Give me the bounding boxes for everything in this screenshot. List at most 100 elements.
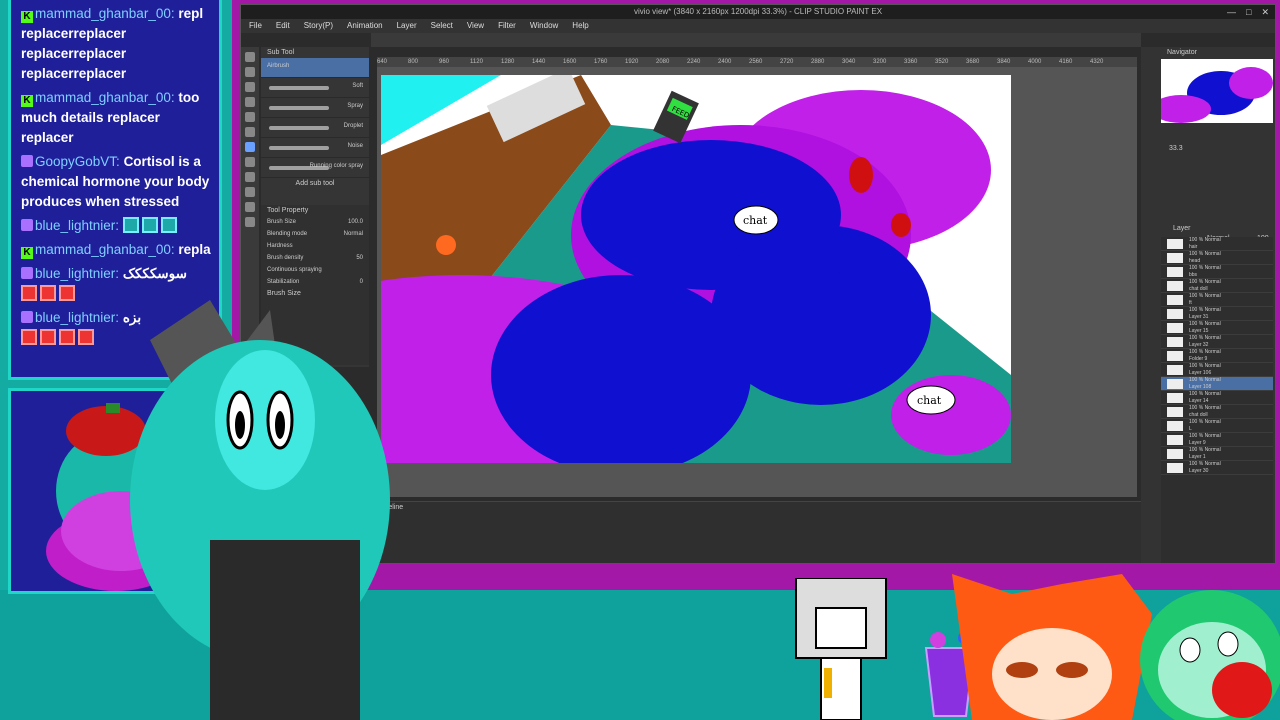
layer-row[interactable]: 100 % Normal ft: [1161, 293, 1273, 307]
prop-brush-size[interactable]: Brush Size 100.0: [261, 216, 369, 228]
subtool-running-color-spray[interactable]: Running color spray: [261, 158, 369, 178]
canvas-area[interactable]: FEED chat chat: [377, 67, 1137, 497]
menu-view[interactable]: View: [467, 19, 484, 33]
select-tool-icon[interactable]: [245, 67, 255, 77]
subtool-soft[interactable]: Soft: [261, 78, 369, 98]
ruler-tick: 2560: [749, 59, 763, 65]
maximize-button[interactable]: □: [1246, 5, 1251, 19]
emote-icon: [59, 285, 75, 301]
eyedropper-tool-icon[interactable]: [245, 82, 255, 92]
figure-tool-icon[interactable]: [245, 217, 255, 227]
chat-username: blue_lightnier:: [35, 218, 120, 233]
drawing-canvas[interactable]: FEED chat chat: [381, 75, 1011, 463]
layer-row[interactable]: 100 % Normal Layer 30: [1161, 461, 1273, 475]
layer-row[interactable]: 100 % Normal L: [1161, 419, 1273, 433]
emote-icon: [59, 329, 75, 345]
gradient-tool-icon[interactable]: [245, 187, 255, 197]
zoom-value[interactable]: 33.3: [1163, 143, 1189, 154]
emote-icon: [40, 329, 56, 345]
menu-file[interactable]: File: [249, 19, 262, 33]
airbrush-tool-icon[interactable]: [245, 142, 255, 152]
prop-hardness[interactable]: Hardness: [261, 240, 369, 252]
layer-row[interactable]: 100 % Normal Folder 9: [1161, 349, 1273, 363]
brush-tool-icon[interactable]: [245, 127, 255, 137]
twitch-badge-icon: [21, 311, 33, 323]
prop-value: 100.0: [347, 219, 363, 225]
close-button[interactable]: ✕: [1261, 5, 1269, 19]
panel-title: Timeline: [377, 504, 404, 511]
layer-row[interactable]: 100 % Normal Layer 108: [1161, 377, 1273, 391]
add-sub-tool-button[interactable]: Add sub tool: [261, 178, 369, 189]
chat-message: Kmammad_ghanbar_00: repl: [21, 4, 213, 24]
layer-row[interactable]: 100 % Normal Layer 9: [1161, 433, 1273, 447]
pencil-tool-icon[interactable]: [245, 112, 255, 122]
ruler-tick: 1760: [594, 59, 608, 65]
ruler-tick: 800: [408, 59, 419, 65]
menu-filter[interactable]: Filter: [498, 19, 516, 33]
chat-message: blue_lightnier: سوسکککک: [21, 264, 213, 284]
menu-help[interactable]: Help: [572, 19, 588, 33]
layer-row[interactable]: 100 % Normal Layer 15: [1161, 321, 1273, 335]
text-tool-icon[interactable]: [245, 202, 255, 212]
menu-edit[interactable]: Edit: [276, 19, 290, 33]
brush-preview: [269, 126, 329, 130]
menu-animation[interactable]: Animation: [347, 19, 383, 33]
menu-story[interactable]: Story(P): [304, 19, 333, 33]
layer-name: ft: [1189, 300, 1192, 306]
layer-name: chat doll: [1189, 412, 1208, 418]
ruler-tick: 2400: [718, 59, 732, 65]
chat-message: blue_lightnier:: [21, 216, 213, 236]
prop-blending-mode[interactable]: Blending mode Normal: [261, 228, 369, 240]
navigator-preview[interactable]: [1161, 59, 1273, 123]
prop-continuous-spraying[interactable]: Continuous spraying: [261, 264, 369, 276]
chat-username: blue_lightnier:: [35, 310, 120, 325]
ruler-tick: 2240: [687, 59, 701, 65]
layer-row[interactable]: 100 % Normal chat doll: [1161, 279, 1273, 293]
subtool-noise[interactable]: Noise: [261, 138, 369, 158]
chat-username: blue_lightnier:: [35, 266, 120, 281]
subtool-label: Spray: [347, 103, 363, 109]
svg-text:chat: chat: [743, 214, 768, 227]
command-bar[interactable]: [371, 33, 1141, 47]
prop-stabilization[interactable]: Stabilization 0: [261, 276, 369, 288]
ruler-tick: 4000: [1028, 59, 1042, 65]
layer-row[interactable]: 100 % Normal Layer 106: [1161, 363, 1273, 377]
prop-label: Stabilization: [267, 279, 300, 285]
layer-mode: 100 % Normal: [1189, 377, 1221, 383]
layer-row[interactable]: 100 % Normal Layer 14: [1161, 391, 1273, 405]
fill-tool-icon[interactable]: [245, 172, 255, 182]
layer-row[interactable]: 100 % Normal head: [1161, 251, 1273, 265]
brush-preview: [269, 146, 329, 150]
move-tool-icon[interactable]: [245, 52, 255, 62]
layer-mode: 100 % Normal: [1189, 447, 1221, 453]
twitch-badge-icon: [21, 219, 33, 231]
eraser-tool-icon[interactable]: [245, 157, 255, 167]
ruler-tick: 3840: [997, 59, 1011, 65]
chat-message: replacerreplacer: [21, 64, 213, 84]
layer-mode: 100 % Normal: [1189, 279, 1221, 285]
emote-icon: [141, 217, 158, 233]
layer-row[interactable]: 100 % Normal chat doll: [1161, 405, 1273, 419]
horizontal-ruler: 640 800 960 1120 1280 1440 1600 1760 1920 2080 224…: [377, 57, 1137, 67]
prop-brush-density[interactable]: Brush density 50: [261, 252, 369, 264]
pen-tool-icon[interactable]: [245, 97, 255, 107]
kick-badge-icon: K: [21, 11, 33, 23]
layer-row[interactable]: 100 % Normal Layer 1: [1161, 447, 1273, 461]
layer-row[interactable]: 100 % Normal hair: [1161, 237, 1273, 251]
chat-text: سوسکککک: [122, 266, 187, 281]
layer-row[interactable]: 100 % Normal Layer 32: [1161, 335, 1273, 349]
menu-select[interactable]: Select: [431, 19, 453, 33]
menu-window[interactable]: Window: [530, 19, 558, 33]
layer-mode: 100 % Normal: [1189, 237, 1221, 243]
layer-row[interactable]: 100 % Normal bbs: [1161, 265, 1273, 279]
emote-icon: [21, 329, 37, 345]
minimize-button[interactable]: —: [1227, 5, 1236, 19]
menu-layer[interactable]: Layer: [397, 19, 417, 33]
chat-text: replacer: [21, 46, 74, 61]
artwork: FEED chat chat: [381, 75, 1011, 463]
layer-row[interactable]: 100 % Normal Layer 31: [1161, 307, 1273, 321]
subtool-droplet[interactable]: Droplet: [261, 118, 369, 138]
chat-text: replacer: [21, 26, 74, 41]
subtool-airbrush[interactable]: Airbrush: [261, 58, 369, 78]
subtool-spray[interactable]: Spray: [261, 98, 369, 118]
